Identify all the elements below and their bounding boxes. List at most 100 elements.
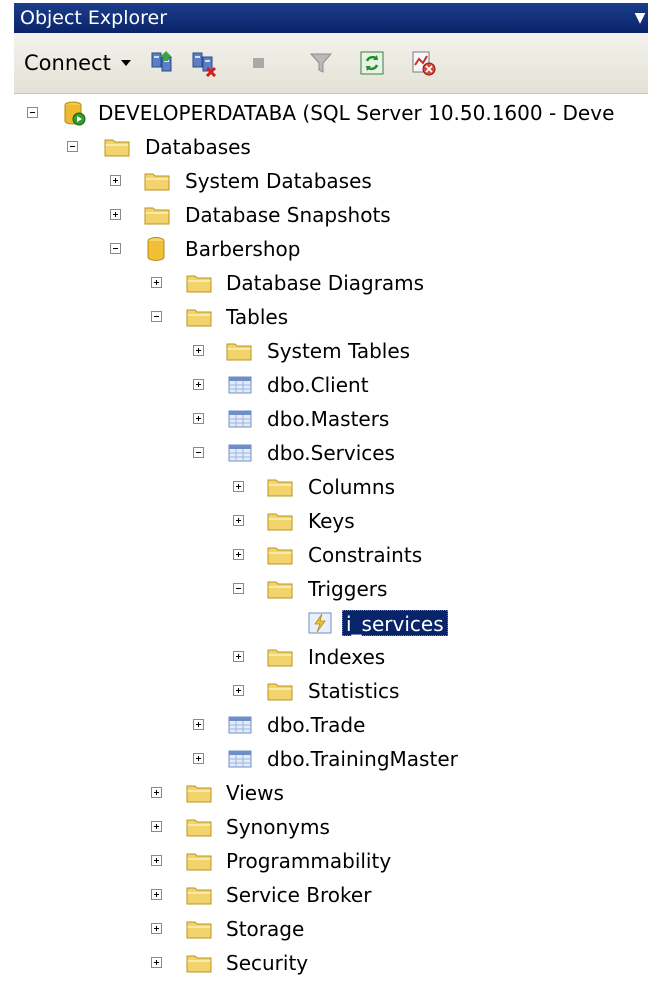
folder-icon (267, 683, 293, 701)
folder-icon (186, 887, 212, 905)
folder-icon (186, 275, 212, 293)
tree-node-triggers[interactable]: Triggers (0, 572, 648, 606)
folder-icon (267, 479, 293, 497)
tree-node-statistics[interactable]: Statistics (0, 674, 648, 708)
expand-toggle-icon[interactable] (151, 277, 162, 288)
tree-node-storage[interactable]: Storage (0, 912, 648, 946)
tree-node-label: Database Snapshots (185, 203, 391, 227)
folder-icon (144, 173, 170, 191)
folder-icon (144, 207, 170, 225)
folder-icon (267, 547, 293, 565)
tree-node-table-trade[interactable]: dbo.Trade (0, 708, 648, 742)
expand-toggle-icon[interactable] (233, 651, 244, 662)
tree-node-programmability[interactable]: Programmability (0, 844, 648, 878)
collapse-toggle-icon[interactable] (110, 243, 121, 254)
tree-node-label: System Tables (267, 339, 411, 363)
tree-node-security[interactable]: Security (0, 946, 648, 980)
tree-node-trigger-i-services[interactable]: i_services (0, 606, 648, 640)
collapse-toggle-icon[interactable] (233, 583, 244, 594)
object-explorer-toolbar: Connect (14, 33, 648, 94)
database-icon (147, 237, 165, 261)
tree-node-system-tables[interactable]: System Tables (0, 334, 648, 368)
tree-node-label: Databases (145, 135, 251, 159)
tree-node-keys[interactable]: Keys (0, 504, 648, 538)
tree-node-indexes[interactable]: Indexes (0, 640, 648, 674)
tree-node-table-masters[interactable]: dbo.Masters (0, 402, 648, 436)
expand-toggle-icon[interactable] (233, 549, 244, 560)
tree-node-label: Statistics (308, 679, 400, 703)
tree-node-label: Barbershop (185, 237, 301, 261)
connect-dropdown-icon[interactable] (121, 60, 131, 66)
tree-node-label: dbo.Trade (267, 713, 366, 737)
folder-icon (267, 581, 293, 599)
tree-node-label: Indexes (308, 645, 386, 669)
tree-node-columns[interactable]: Columns (0, 470, 648, 504)
tree-node-label: Tables (226, 305, 289, 329)
filter-icon[interactable] (307, 49, 335, 77)
tree-node-label: Constraints (308, 543, 423, 567)
expand-toggle-icon[interactable] (193, 379, 204, 390)
expand-toggle-icon[interactable] (110, 175, 121, 186)
tree-node-server[interactable]: DEVELOPERDATABA (SQL Server 10.50.1600 -… (0, 96, 648, 130)
expand-toggle-icon[interactable] (193, 719, 204, 730)
refresh-icon[interactable] (358, 49, 386, 77)
collapse-toggle-icon[interactable] (193, 447, 204, 458)
tree-node-constraints[interactable]: Constraints (0, 538, 648, 572)
register-server-icon[interactable] (149, 49, 177, 77)
tree-node-database-snapshots[interactable]: Database Snapshots (0, 198, 648, 232)
table-icon (228, 410, 252, 428)
collapse-toggle-icon[interactable] (67, 141, 78, 152)
collapse-toggle-icon[interactable] (151, 311, 162, 322)
tree-node-label: DEVELOPERDATABA (SQL Server 10.50.1600 -… (98, 101, 615, 125)
collapse-toggle-icon[interactable] (27, 107, 38, 118)
tree-node-label: Service Broker (226, 883, 372, 907)
tree-node-label: Views (226, 781, 284, 805)
folder-icon (104, 139, 130, 157)
table-icon (228, 750, 252, 768)
expand-toggle-icon[interactable] (110, 209, 121, 220)
tree-node-database-diagrams[interactable]: Database Diagrams (0, 266, 648, 300)
tree-node-databases[interactable]: Databases (0, 130, 648, 164)
tree-node-views[interactable]: Views (0, 776, 648, 810)
tree-node-label: Synonyms (226, 815, 330, 839)
expand-toggle-icon[interactable] (233, 515, 244, 526)
expand-toggle-icon[interactable] (193, 753, 204, 764)
stop-icon[interactable] (245, 49, 273, 77)
expand-toggle-icon[interactable] (233, 685, 244, 696)
table-icon (228, 444, 252, 462)
tree-node-system-databases[interactable]: System Databases (0, 164, 648, 198)
tree-node-barbershop[interactable]: Barbershop (0, 232, 648, 266)
object-explorer-tree: DEVELOPERDATABA (SQL Server 10.50.1600 -… (0, 96, 648, 982)
tree-node-label: Programmability (226, 849, 392, 873)
folder-icon (267, 513, 293, 531)
dropdown-arrow-icon[interactable]: ▼ (634, 3, 646, 33)
tree-node-label: Columns (308, 475, 396, 499)
tree-node-label: dbo.Services (267, 441, 395, 465)
tree-node-synonyms[interactable]: Synonyms (0, 810, 648, 844)
expand-toggle-icon[interactable] (233, 481, 244, 492)
expand-toggle-icon[interactable] (193, 413, 204, 424)
activity-monitor-icon[interactable] (409, 49, 437, 77)
expand-toggle-icon[interactable] (193, 345, 204, 356)
disconnect-icon[interactable] (190, 49, 218, 77)
connect-button[interactable]: Connect (24, 47, 111, 79)
expand-toggle-icon[interactable] (151, 923, 162, 934)
tree-node-label: Database Diagrams (226, 271, 425, 295)
expand-toggle-icon[interactable] (151, 821, 162, 832)
tree-node-table-client[interactable]: dbo.Client (0, 368, 648, 402)
folder-icon (186, 785, 212, 803)
expand-toggle-icon[interactable] (151, 889, 162, 900)
expand-toggle-icon[interactable] (151, 787, 162, 798)
expand-toggle-icon[interactable] (151, 957, 162, 968)
folder-icon (186, 955, 212, 973)
expand-toggle-icon[interactable] (151, 855, 162, 866)
tree-node-service-broker[interactable]: Service Broker (0, 878, 648, 912)
server-icon (64, 101, 86, 126)
tree-node-tables[interactable]: Tables (0, 300, 648, 334)
tree-node-label: Security (226, 951, 309, 975)
tree-node-table-training-master[interactable]: dbo.TrainingMaster (0, 742, 648, 776)
tree-node-table-services[interactable]: dbo.Services (0, 436, 648, 470)
tree-node-label: dbo.TrainingMaster (267, 747, 458, 771)
table-icon (228, 716, 252, 734)
tree-node-label: Storage (226, 917, 305, 941)
